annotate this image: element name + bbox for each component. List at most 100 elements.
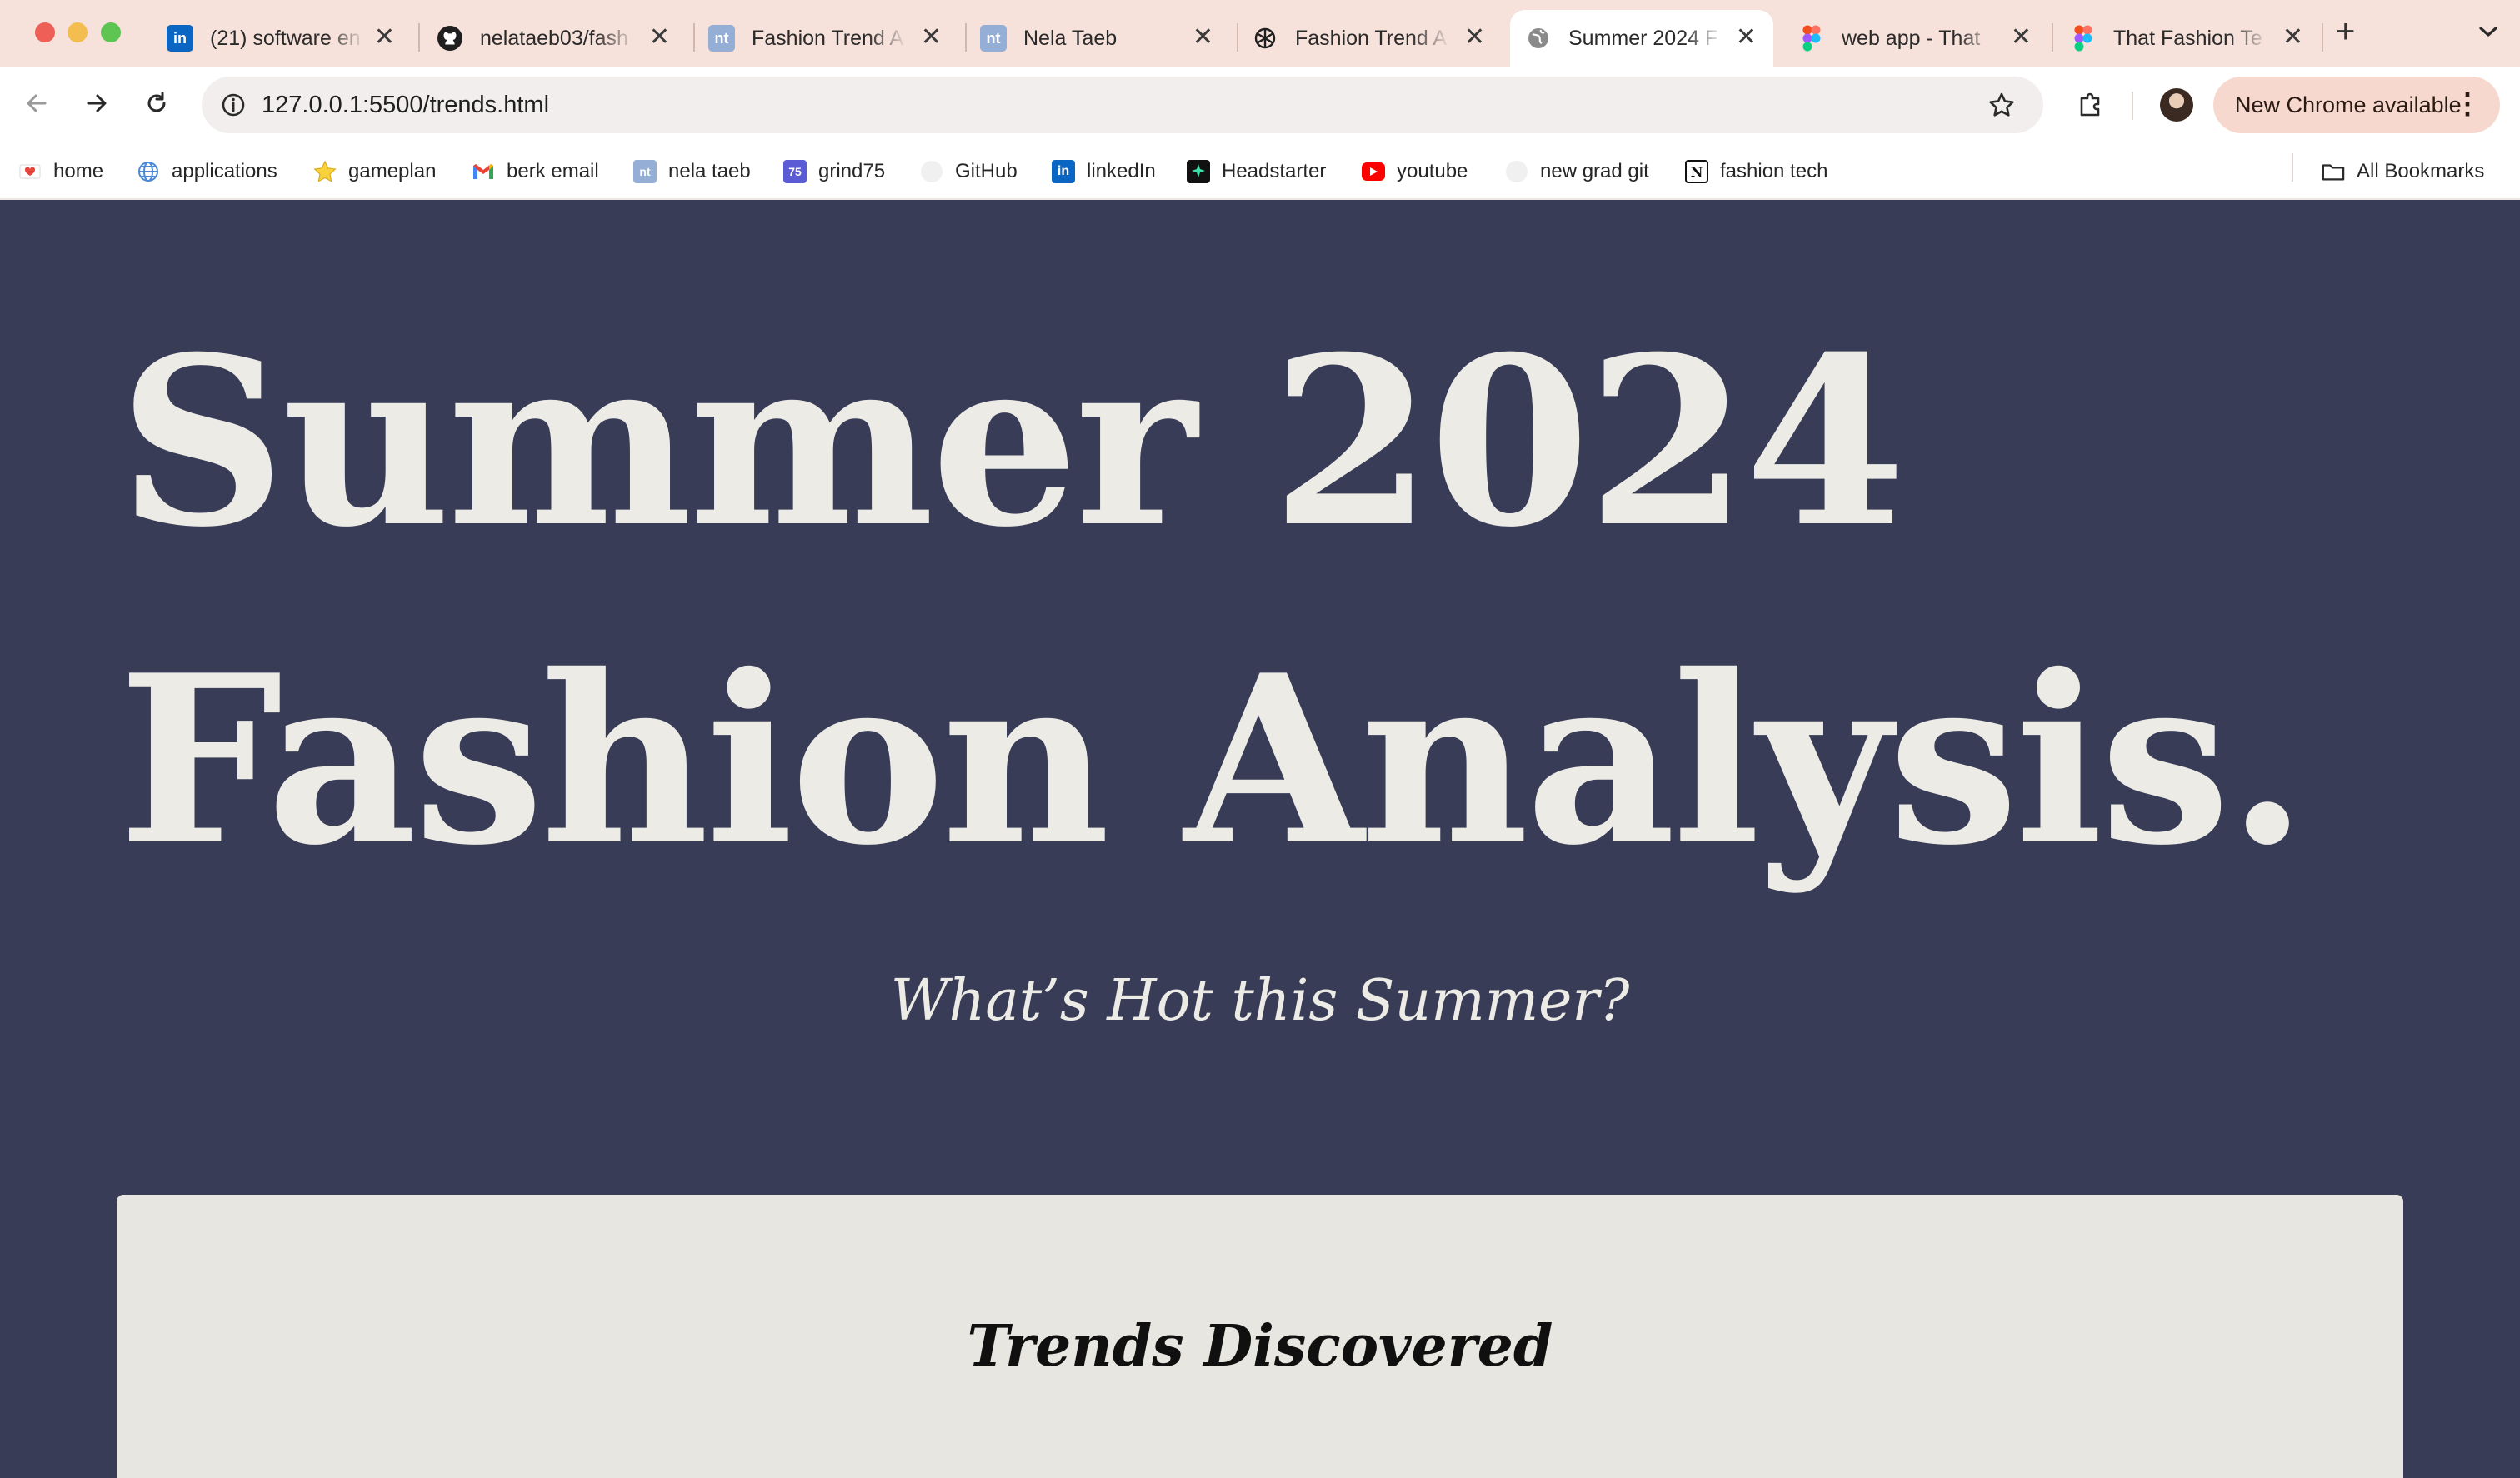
page-subtitle: What’s Hot this Summer? [890, 968, 1630, 1034]
more-menu-icon[interactable]: ⋮ [2453, 90, 2482, 118]
bookmark-star-icon[interactable] [1985, 88, 2018, 122]
new-tab-button[interactable]: + [2336, 15, 2355, 48]
hero-line-1: Summer 2024 [118, 306, 1906, 578]
tab-title: Nela Taeb [1023, 26, 1118, 50]
tab-summer-2024[interactable]: Summer 2024 F ✕ [1510, 10, 1773, 67]
reload-button[interactable] [138, 87, 175, 123]
globe-icon [137, 160, 160, 183]
tab-title: That Fashion Te [2113, 26, 2262, 50]
bookmark-label: applications [172, 160, 278, 182]
bookmark-label: nela taeb [668, 160, 751, 182]
bookmark-gameplan[interactable]: gameplan [313, 157, 436, 187]
profile-avatar[interactable] [2160, 88, 2193, 122]
chrome-update-button[interactable]: New Chrome available ⋮ [2213, 77, 2500, 133]
close-icon[interactable]: ✕ [2282, 25, 2303, 50]
bookmark-label: home [53, 160, 104, 182]
notion-icon: N [1685, 160, 1708, 183]
address-bar[interactable]: 127.0.0.1:5500/trends.html [202, 77, 2043, 133]
bookmark-new-grad-git[interactable]: new grad git [1505, 157, 1649, 187]
page-content: Summer 2024 Fashion Analysis. What’s Hot… [0, 202, 2520, 1478]
tab-separator [1237, 23, 1238, 52]
bookmark-label: grind75 [818, 160, 886, 182]
window-close-button[interactable] [35, 22, 55, 42]
youtube-icon [1362, 162, 1385, 181]
nt-icon: nt [980, 25, 1007, 52]
tab-fashion-trend-1[interactable]: nt Fashion Trend A ✕ [708, 10, 958, 67]
tab-separator [2322, 23, 2323, 52]
tab-fashion-trend-2[interactable]: Fashion Trend A ✕ [1252, 10, 1502, 67]
extensions-button[interactable] [2073, 87, 2110, 123]
site-info-icon[interactable] [217, 88, 250, 122]
figma-icon [2070, 25, 2097, 52]
bookmark-fashion-tech[interactable]: N fashion tech [1685, 157, 1828, 187]
bookmark-github[interactable]: GitHub [920, 157, 1018, 187]
close-icon[interactable]: ✕ [374, 25, 395, 50]
bookmark-grind75[interactable]: 75 grind75 [783, 157, 885, 187]
gmail-icon [472, 160, 495, 183]
bookmark-label: Headstarter [1222, 160, 1327, 182]
close-icon[interactable]: ✕ [921, 25, 942, 50]
trends-card: Trends Discovered [117, 1195, 2403, 1478]
close-icon[interactable]: ✕ [1736, 25, 1757, 50]
bookmark-label: fashion tech [1720, 160, 1828, 182]
tab-search-button[interactable] [2472, 17, 2505, 50]
back-button[interactable] [18, 87, 55, 123]
tab-separator [418, 23, 420, 52]
tab-separator [965, 23, 967, 52]
window-minimize-button[interactable] [68, 22, 88, 42]
tab-linkedin[interactable]: in (21) software en ✕ [167, 10, 412, 67]
bookmark-headstarter[interactable]: Headstarter [1187, 157, 1326, 187]
bookmark-label: linkedIn [1087, 160, 1156, 182]
trends-card-title: Trends Discovered [967, 1313, 1553, 1380]
all-bookmarks-button[interactable]: All Bookmarks [2322, 157, 2484, 187]
tab-title: Fashion Trend A [1295, 26, 1448, 50]
folder-icon [2322, 160, 2345, 183]
bookmark-label: GitHub [955, 160, 1018, 182]
all-bookmarks-label: All Bookmarks [2357, 160, 2485, 182]
bookmark-label: new grad git [1540, 160, 1649, 182]
close-icon[interactable]: ✕ [2011, 25, 2032, 50]
bookmark-youtube[interactable]: youtube [1362, 157, 1468, 187]
tab-title: Summer 2024 F [1568, 26, 1718, 50]
github-icon [437, 25, 463, 52]
bookmark-linkedin[interactable]: in linkedIn [1052, 157, 1156, 187]
chatgpt-icon [1252, 25, 1278, 52]
hero-title: Summer 2024 Fashion Analysis. [118, 283, 2308, 920]
close-icon[interactable]: ✕ [649, 25, 670, 50]
tab-separator [2052, 23, 2053, 52]
tab-title: Fashion Trend A [752, 26, 904, 50]
puzzle-icon [2077, 88, 2107, 122]
browser-toolbar: 127.0.0.1:5500/trends.html New Chrome av… [0, 67, 2520, 143]
heart-mail-icon [18, 160, 42, 183]
tab-strip: in (21) software en ✕ nelataeb03/fash ✕ … [0, 0, 2520, 67]
github-icon [920, 160, 943, 183]
tab-fashion-tech-figma[interactable]: That Fashion Te ✕ [2070, 10, 2320, 67]
hero-line-2: Fashion Analysis. [118, 624, 2308, 896]
github-icon [1505, 160, 1528, 183]
close-icon[interactable]: ✕ [1464, 25, 1485, 50]
window-zoom-button[interactable] [101, 22, 121, 42]
tab-title: (21) software en [210, 26, 361, 50]
star-icon [313, 160, 337, 183]
tab-web-app-figma[interactable]: web app - That ✕ [1798, 10, 2048, 67]
arrow-left-icon [23, 90, 50, 121]
bookmark-home[interactable]: home [18, 157, 103, 187]
linkedin-icon: in [167, 25, 193, 52]
tab-title: nelataeb03/fash [480, 26, 628, 50]
tab-nela-taeb[interactable]: nt Nela Taeb ✕ [980, 10, 1230, 67]
bookmark-applications[interactable]: applications [137, 157, 278, 187]
bookmark-berk-email[interactable]: berk email [472, 157, 599, 187]
bookmarks-separator [2292, 153, 2293, 182]
reload-icon [143, 90, 170, 121]
headstarter-icon [1187, 160, 1210, 183]
close-icon[interactable]: ✕ [1192, 25, 1213, 50]
bookmark-nela-taeb[interactable]: nt nela taeb [633, 157, 751, 187]
tab-github[interactable]: nelataeb03/fash ✕ [437, 10, 687, 67]
linkedin-icon: in [1052, 160, 1075, 183]
bookmark-label: gameplan [348, 160, 437, 182]
chevron-down-icon [2478, 25, 2498, 42]
update-label: New Chrome available [2235, 92, 2462, 117]
url-text[interactable]: 127.0.0.1:5500/trends.html [262, 92, 549, 119]
forward-button[interactable] [78, 87, 115, 123]
nt-icon: nt [708, 25, 735, 52]
